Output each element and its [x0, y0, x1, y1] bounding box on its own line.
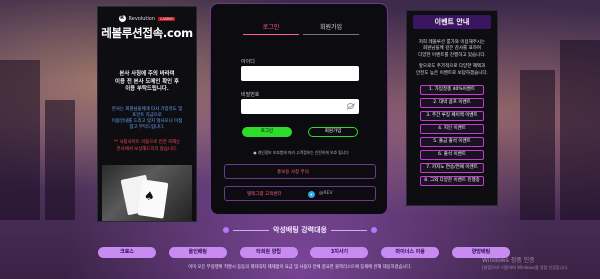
promise-line: 안전도 높은 이벤트로 보답하겠습니다. — [416, 70, 488, 76]
spade-icon: ♠ — [143, 188, 156, 204]
notice-line: 본사에서 보상해드리지 않습니다. — [116, 146, 178, 152]
warning-line: 이용 부탁드립니다. — [125, 86, 169, 92]
event-promise-text: 앞으로도 추가적으로 다양한 혜택과 안전도 높은 이벤트로 보답하겠습니다. — [407, 64, 497, 77]
notice-line: ** 사칭사이트 이용으로 인한 피해는 — [113, 140, 181, 146]
event-info-heading: 이벤트 안내 — [413, 15, 491, 29]
auth-tabs: 로그인 회원가입 — [243, 22, 359, 35]
category-cross[interactable]: 크로스 — [98, 247, 156, 258]
decor-dot-icon — [223, 227, 230, 233]
impersonation-warning: 본사 사칭에 주의 바라며 이용 전 본사 도메인 확인 후 이용 부탁드립니다… — [98, 71, 196, 94]
login-panel: 로그인 회원가입 아이디 비밀번호 로그인 회원가입 ● 개인정보 보호법에 따… — [210, 3, 388, 215]
telegram-support-button[interactable]: 텔레그램 고객센터 ✈ @REV — [224, 186, 376, 201]
impersonation-notice-box[interactable]: 홍보용 사칭 주의 — [224, 164, 376, 179]
event-item-7[interactable]: 7. 카지노 연승/연패 이벤트 — [420, 163, 484, 174]
notice-line: 참고 부탁드립니다. — [129, 125, 165, 131]
category-minus-use[interactable]: 마이너스 이용 — [381, 247, 440, 258]
promotion-notice: 본사는 회원님들에게 타사 가입유도 및 포인트 지급으로 이용안내를 드리고 … — [98, 107, 196, 132]
notice-line: 본사는 회원님들에게 타사 가입유도 및 — [111, 106, 183, 112]
privacy-notice: ● 개인정보 보호법에 따라 고객정보는 안전하게 보호 됩니다 — [253, 150, 349, 155]
liability-notice: ** 사칭사이트 이용으로 인한 피해는 본사에서 보상해드리지 않습니다. — [98, 140, 196, 152]
malicious-betting-title: 악성배팅 강력대응 — [273, 226, 327, 234]
left-notice-card: R Revolution CASINO 레볼루션접속.com 본사 사칭에 주의… — [97, 6, 197, 222]
brand-logo: R Revolution CASINO — [98, 15, 196, 22]
brand-logo-badge: CASINO — [158, 16, 176, 21]
event-item-8[interactable]: 8. 그외 다양한 이벤트 진행중 — [420, 176, 484, 187]
site-title: 레볼루션접속.com — [101, 26, 193, 40]
promise-line: 앞으로도 추가적으로 다양한 혜택과 — [418, 64, 486, 70]
tab-login[interactable]: 로그인 — [243, 22, 299, 35]
event-info-card: 이벤트 안내 저희 레볼루션 룸가와 이용해주시는 회원님들께 깊은 감사를 표… — [406, 10, 498, 206]
category-all-in[interactable]: 올인배팅 — [168, 247, 227, 258]
event-item-2[interactable]: 2. 대박 콤프 이벤트 — [420, 98, 484, 109]
telegram-handle: @REV — [319, 191, 333, 196]
signup-button[interactable]: 회원가입 — [308, 127, 358, 137]
brand-logo-icon: R — [118, 15, 126, 22]
telegram-icon: ✈ — [308, 191, 315, 198]
event-item-1[interactable]: 1. 가입첫충 40%이벤트 — [420, 85, 484, 96]
category-fraud[interactable]: 3지사기 — [310, 247, 369, 258]
malicious-betting-heading: 악성배팅 강력대응 — [0, 225, 600, 235]
betting-category-row: 크로스 올인배팅 타회원 양립 3지사기 마이너스 이용 양방배팅 — [98, 247, 510, 258]
password-label: 비밀번호 — [241, 92, 260, 98]
id-input[interactable] — [241, 66, 359, 81]
warning-line: 이용 전 본사 도메인 확인 후 — [115, 78, 179, 85]
watermark-subtitle: [설정]으로 이동하여 Windows를 정품 인증합니다. — [482, 265, 569, 270]
password-input[interactable] — [241, 99, 359, 114]
decor-dot-icon — [370, 227, 377, 233]
watermark-title: Windows 정품 인증 — [482, 257, 535, 264]
impersonation-notice-text: 홍보용 사칭 주의 — [277, 170, 309, 175]
event-item-4[interactable]: 4. 지인 이벤트 — [420, 124, 484, 135]
event-list: 1. 가입첫충 40%이벤트 2. 대박 콤프 이벤트 3. 주간 루징 페이백… — [407, 85, 497, 187]
event-intro-text: 저희 레볼루션 룸가와 이용해주시는 회원님들께 깊은 감사를 표하며 다양한 … — [407, 40, 497, 59]
intro-line: 다양한 이벤트를 진행하고 있습니다. — [418, 52, 486, 58]
brand-logo-text: Revolution — [128, 15, 155, 22]
telegram-support-label: 텔레그램 고객센터 — [247, 192, 282, 197]
id-label: 아이디 — [241, 59, 255, 65]
login-button[interactable]: 로그인 — [242, 127, 292, 137]
event-item-5[interactable]: 5. 출금 출석 이벤트 — [420, 137, 484, 148]
event-item-3[interactable]: 3. 주간 루징 페이백 이벤트 — [420, 111, 484, 122]
warning-line: 본사 사칭에 주의 바라며 — [119, 71, 175, 77]
windows-activation-watermark: Windows 정품 인증 [설정]으로 이동하여 Windows를 정품 인증… — [482, 257, 568, 271]
category-other-member[interactable]: 타회원 양립 — [239, 247, 298, 258]
tab-signup[interactable]: 회원가입 — [303, 22, 359, 35]
event-item-6[interactable]: 6. 출석 이벤트 — [420, 150, 484, 161]
hide-password-icon[interactable] — [347, 103, 354, 109]
playing-cards-image: ♠ — [102, 165, 192, 221]
